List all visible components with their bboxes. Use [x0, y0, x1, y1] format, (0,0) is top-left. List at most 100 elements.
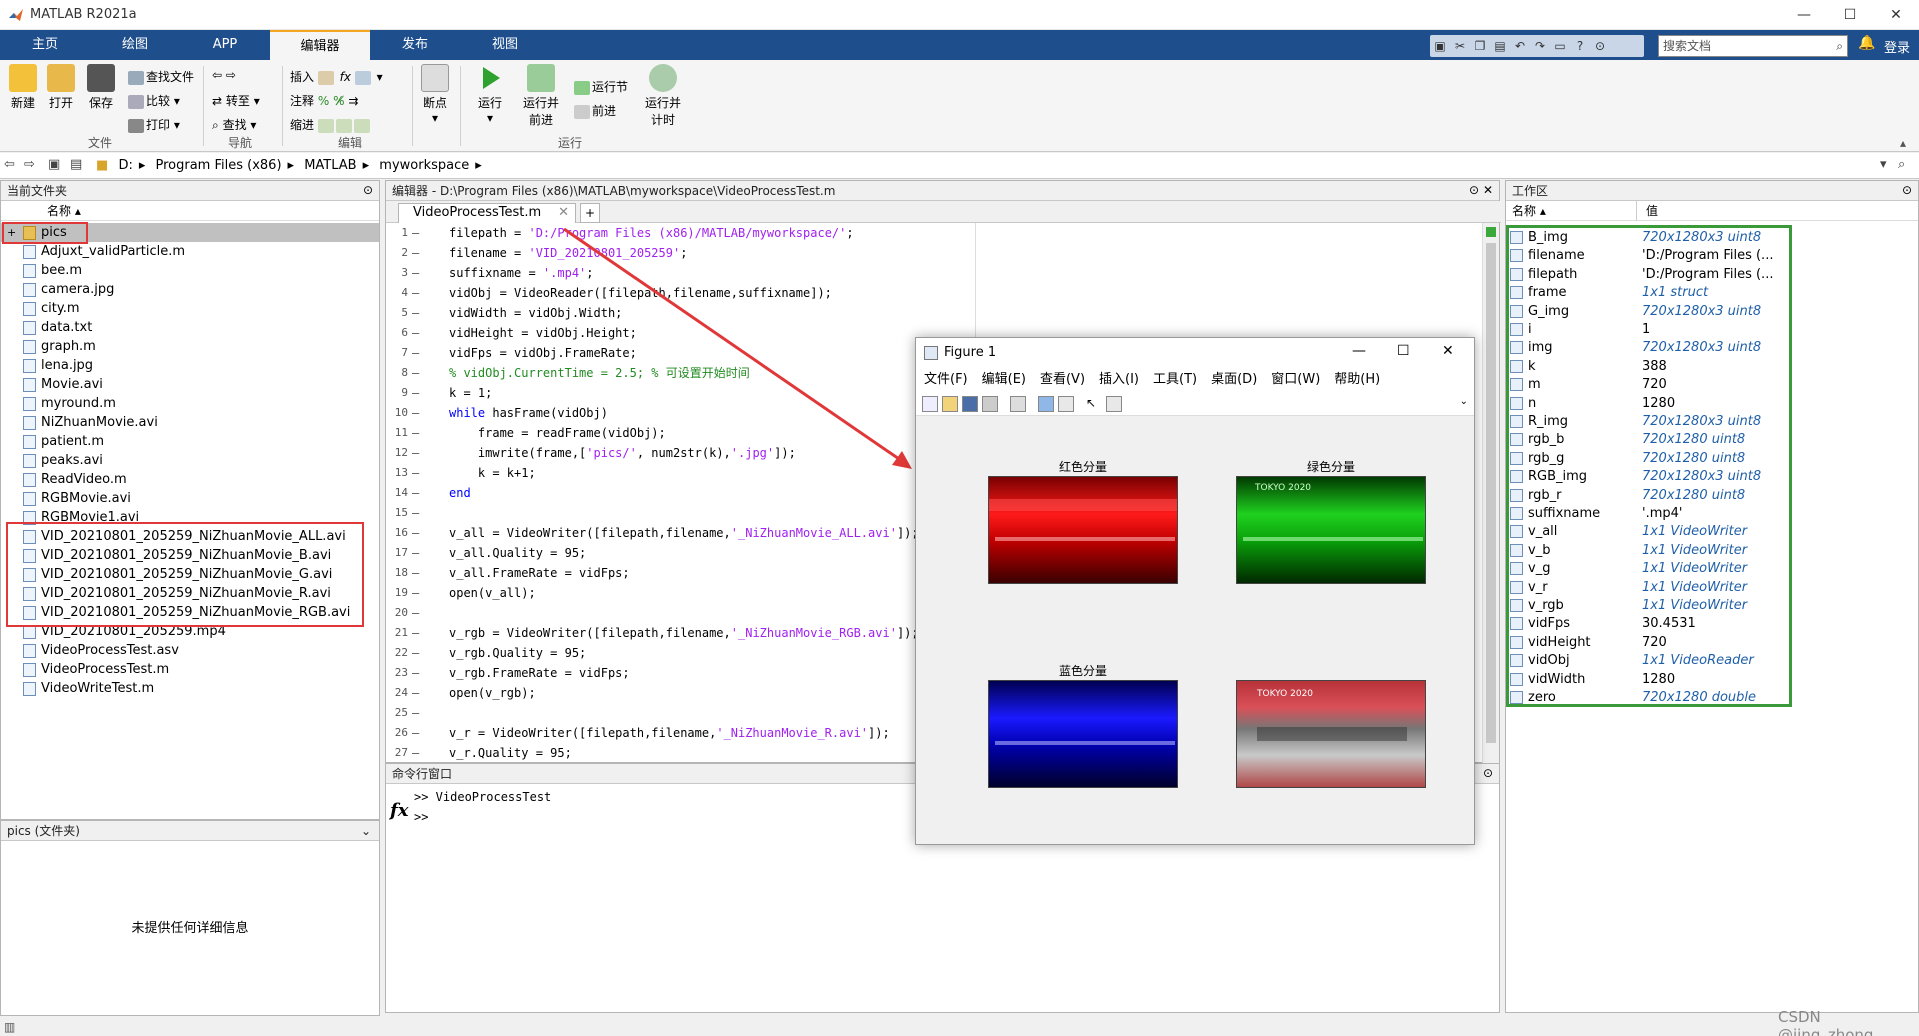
breakpoint-gutter[interactable]: — [412, 723, 419, 743]
line-number[interactable]: 4 [386, 283, 408, 303]
paste-icon[interactable]: ▤ [1490, 35, 1510, 57]
tab-view[interactable]: 视图 [460, 30, 550, 60]
command-prompt[interactable]: >> [414, 810, 428, 824]
menu-edit[interactable]: 编辑(E) [982, 372, 1026, 387]
line-number[interactable]: 16 [386, 523, 408, 543]
breakpoint-gutter[interactable]: — [412, 563, 419, 583]
help-icon[interactable]: ? [1570, 35, 1590, 57]
forward-icon[interactable]: ⇨ [24, 157, 35, 172]
menu-help[interactable]: 帮助(H) [1334, 372, 1380, 387]
close-icon[interactable]: ✕ [1442, 343, 1454, 359]
breakpoint-gutter[interactable]: — [412, 323, 419, 343]
collapse-ribbon-icon[interactable]: ▴ [1900, 136, 1906, 150]
column-header-name[interactable]: 名称 ▴ [1, 201, 379, 221]
breadcrumb-drive[interactable]: D: [118, 158, 132, 173]
panel-menu-icon[interactable]: ⊙ [1469, 183, 1479, 197]
breakpoint-gutter[interactable]: — [412, 543, 419, 563]
line-number[interactable]: 7 [386, 343, 408, 363]
breakpoint-gutter[interactable]: — [412, 583, 419, 603]
line-number[interactable]: 1 [386, 223, 408, 243]
line-number[interactable]: 2 [386, 243, 408, 263]
open-button[interactable]: 打开 [44, 64, 78, 111]
search-docs-input[interactable]: 搜索文档 ⌕ [1658, 35, 1848, 57]
goto-button[interactable]: ⇄ 转至 ▾ [212, 92, 260, 109]
line-number[interactable]: 27 [386, 743, 408, 763]
insert-legend-icon[interactable] [1058, 396, 1074, 412]
line-number[interactable]: 18 [386, 563, 408, 583]
breadcrumb-program-files[interactable]: Program Files (x86) [156, 158, 282, 173]
up-folder-icon[interactable]: ▣ [48, 157, 60, 172]
breakpoint-gutter[interactable]: — [412, 383, 419, 403]
line-number[interactable]: 5 [386, 303, 408, 323]
panel-menu-icon[interactable]: ⊙ [1483, 766, 1493, 780]
line-number[interactable]: 20 [386, 603, 408, 623]
tab-videoprocesstest[interactable]: VideoProcessTest.m ✕ [398, 203, 576, 223]
tab-home[interactable]: 主页 [0, 30, 90, 60]
close-icon[interactable]: ✕ [1873, 0, 1919, 30]
column-header-value[interactable]: 值 [1646, 201, 1658, 221]
line-number[interactable]: 21 [386, 623, 408, 643]
breakpoint-gutter[interactable]: — [412, 483, 419, 503]
fx-icon[interactable]: fx [390, 800, 408, 821]
link-plot-icon[interactable] [1010, 396, 1026, 412]
line-number[interactable]: 12 [386, 443, 408, 463]
line-number[interactable]: 24 [386, 683, 408, 703]
file-item[interactable]: Movie.avi [1, 375, 379, 394]
line-number[interactable]: 11 [386, 423, 408, 443]
breakpoints-button[interactable]: 断点 ▾ [418, 64, 452, 125]
back-icon[interactable]: ⇦ [4, 157, 15, 172]
tab-apps[interactable]: APP [180, 30, 270, 60]
new-tab-icon[interactable]: + [580, 203, 600, 223]
copy-icon[interactable]: ❐ [1470, 35, 1490, 57]
menu-window[interactable]: 窗口(W) [1271, 372, 1320, 387]
breakpoint-gutter[interactable]: — [412, 263, 419, 283]
breadcrumb-matlab[interactable]: MATLAB [304, 158, 356, 173]
save-figure-icon[interactable] [962, 396, 978, 412]
line-number[interactable]: 23 [386, 663, 408, 683]
print-figure-icon[interactable] [982, 396, 998, 412]
insert-colorbar-icon[interactable] [1038, 396, 1054, 412]
undo-icon[interactable]: ↶ [1510, 35, 1530, 57]
file-item[interactable]: ReadVideo.m [1, 470, 379, 489]
open-file-icon[interactable] [942, 396, 958, 412]
breakpoint-gutter[interactable]: — [412, 523, 419, 543]
line-number[interactable]: 10 [386, 403, 408, 423]
new-figure-icon[interactable] [922, 396, 938, 412]
line-number[interactable]: 8 [386, 363, 408, 383]
edit-plot-icon[interactable]: ↖ [1086, 396, 1102, 412]
editor-scrollbar[interactable] [1482, 223, 1499, 763]
file-item[interactable]: camera.jpg [1, 280, 379, 299]
expand-icon[interactable]: ⊙ [1590, 35, 1610, 57]
file-item[interactable]: graph.m [1, 337, 379, 356]
bell-icon[interactable]: 🔔 [1858, 35, 1875, 51]
compare-button[interactable]: 比较 ▾ [128, 92, 180, 109]
line-number[interactable]: 22 [386, 643, 408, 663]
line-number[interactable]: 17 [386, 543, 408, 563]
line-number[interactable]: 6 [386, 323, 408, 343]
file-item[interactable]: VideoProcessTest.asv [1, 641, 379, 660]
breakpoint-gutter[interactable]: — [412, 283, 419, 303]
file-item[interactable]: VideoWriteTest.m [1, 679, 379, 698]
file-item[interactable]: NiZhuanMovie.avi [1, 413, 379, 432]
breakpoint-gutter[interactable]: — [412, 603, 419, 623]
back-forward-buttons[interactable]: ⇦ ⇨ [212, 68, 236, 82]
print-button[interactable]: 打印 ▾ [128, 116, 180, 133]
menu-view[interactable]: 查看(V) [1040, 372, 1085, 387]
new-button[interactable]: 新建 [6, 64, 40, 111]
line-number[interactable]: 19 [386, 583, 408, 603]
run-and-time-button[interactable]: 运行并 计时 [640, 64, 686, 128]
breakpoint-gutter[interactable]: — [412, 743, 419, 763]
breakpoint-gutter[interactable]: — [412, 643, 419, 663]
property-inspector-icon[interactable] [1106, 396, 1122, 412]
breakpoint-gutter[interactable]: — [412, 223, 419, 243]
line-number[interactable]: 26 [386, 723, 408, 743]
minimize-icon[interactable]: — [1781, 0, 1827, 30]
breakpoint-gutter[interactable]: — [412, 503, 419, 523]
breakpoint-gutter[interactable]: — [412, 423, 419, 443]
details-header[interactable]: pics (文件夹) ⌄ [1, 821, 379, 841]
file-item[interactable]: lena.jpg [1, 356, 379, 375]
file-item[interactable]: bee.m [1, 261, 379, 280]
browse-folder-icon[interactable]: ▤ [70, 157, 82, 172]
run-button[interactable]: 运行 ▾ [470, 64, 510, 125]
indent-button[interactable]: 缩进 [290, 116, 372, 133]
